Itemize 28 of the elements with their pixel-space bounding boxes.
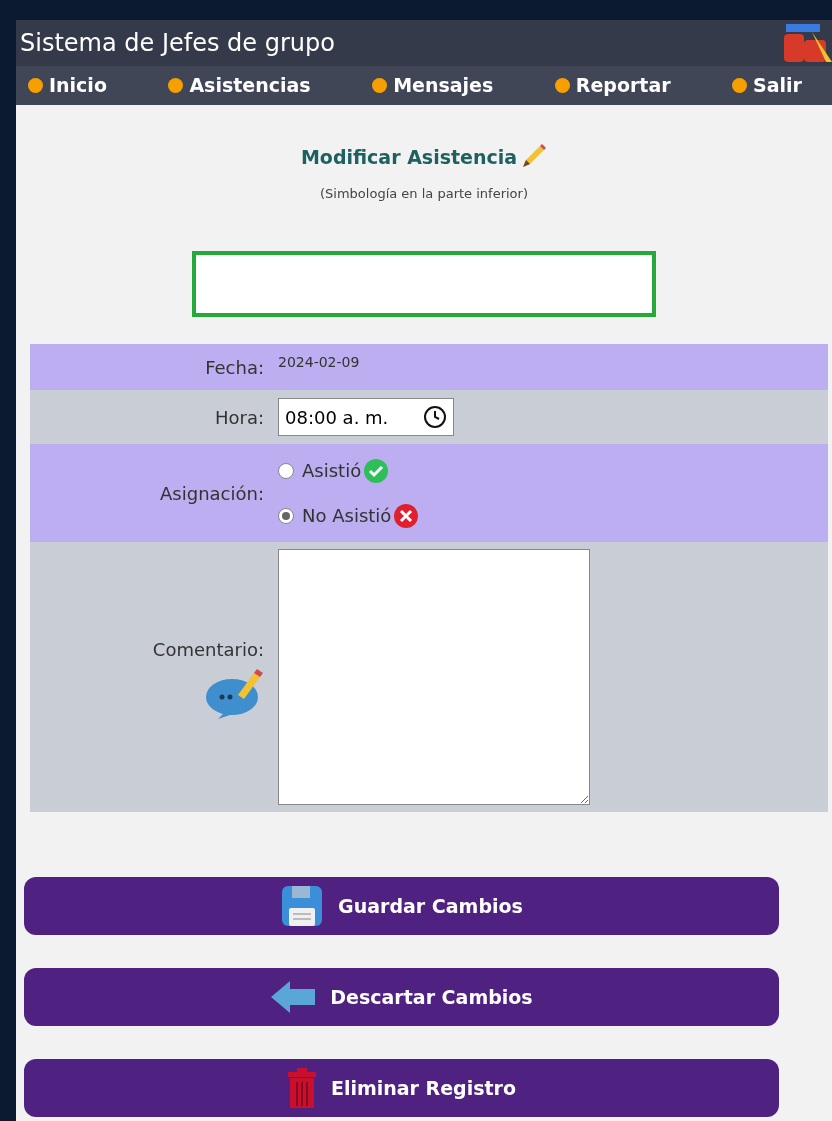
nav-link[interactable]: Asistencias xyxy=(168,71,311,100)
radio-button[interactable] xyxy=(278,462,294,479)
radio-label: Asistió xyxy=(302,459,362,483)
radio-label: No Asistió xyxy=(302,504,392,528)
check-icon xyxy=(363,457,390,484)
field-label: Hora: xyxy=(213,405,264,430)
nav-link[interactable]: Salir xyxy=(732,71,802,100)
action-button[interactable]: Guardar Cambios xyxy=(24,877,779,935)
left-arrow-icon xyxy=(270,980,317,1014)
nav-link[interactable]: Reportar xyxy=(554,71,671,100)
date-value: 2024-02-09 xyxy=(278,352,360,372)
time-field[interactable]: 08:00 a. m. xyxy=(278,398,454,436)
trash-can-icon xyxy=(286,1068,317,1108)
action-button[interactable]: Eliminar Registro xyxy=(24,1059,779,1117)
logo-icon xyxy=(782,22,832,64)
app-title: Sistema de Jefes de grupo xyxy=(20,28,335,59)
page-heading: Modificar Asistencia xyxy=(300,145,518,170)
subheading: (Simbología en la parte inferior) xyxy=(320,184,528,203)
nav-link[interactable]: Inicio xyxy=(28,71,107,100)
field-label: Fecha: xyxy=(204,355,264,380)
field-label: Comentario: xyxy=(152,637,264,662)
comment-field[interactable] xyxy=(278,549,590,805)
field-label: Asignación: xyxy=(159,481,264,506)
clock-icon[interactable] xyxy=(423,405,447,429)
radio-button[interactable] xyxy=(278,507,294,524)
action-button[interactable]: Descartar Cambios xyxy=(24,968,779,1026)
cross-icon xyxy=(393,502,420,529)
nav-link[interactable]: Mensajes xyxy=(372,71,494,100)
